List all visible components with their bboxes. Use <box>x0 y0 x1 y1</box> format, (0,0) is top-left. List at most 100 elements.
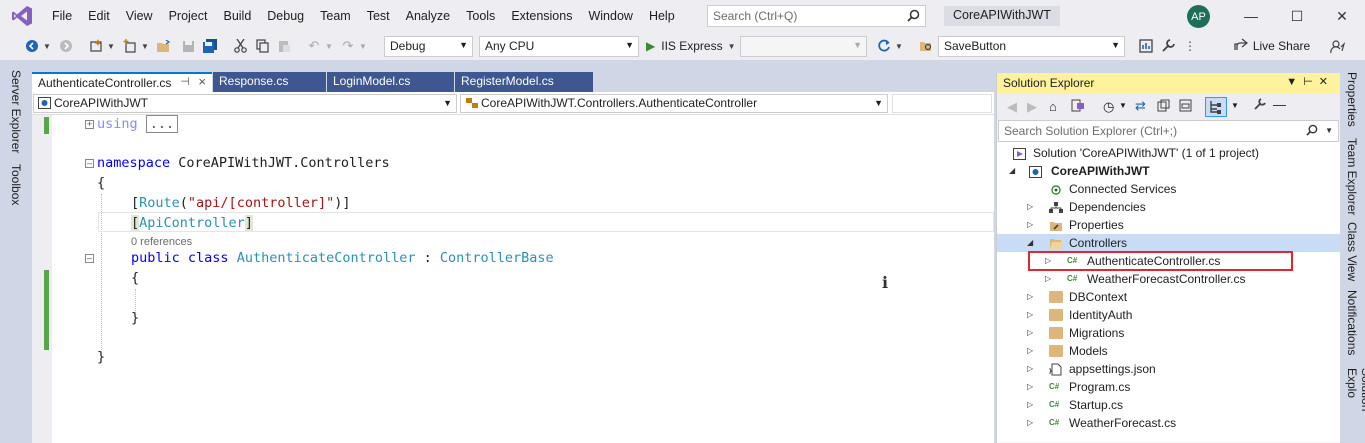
collapsed-arrow-icon[interactable]: ▷ <box>1027 288 1033 306</box>
team-explorer-tab[interactable]: Team Explorer <box>1345 138 1359 215</box>
feedback-icon[interactable] <box>1326 35 1348 57</box>
redo-icon[interactable]: ↷ <box>338 35 358 57</box>
redo-dropdown-icon[interactable]: ▼ <box>358 35 368 57</box>
save-icon[interactable] <box>178 35 198 57</box>
menu-team[interactable]: Team <box>312 0 359 32</box>
project-navigation-select[interactable]: CoreAPIWithJWT ▼ <box>33 94 457 113</box>
tree-node-dbcontext[interactable]: ▷ DBContext <box>997 288 1340 306</box>
find-in-files-icon[interactable] <box>916 35 936 57</box>
collapse-class-icon[interactable]: – <box>85 254 94 263</box>
view-dropdown-icon[interactable]: ▼ <box>1231 101 1239 110</box>
menu-build[interactable]: Build <box>215 0 259 32</box>
expanded-arrow-icon[interactable]: ◢ <box>1027 234 1033 252</box>
pin-icon[interactable]: ⊢ <box>1303 76 1319 88</box>
preview-icon[interactable]: — <box>1273 97 1286 112</box>
back-dropdown-icon[interactable]: ▼ <box>42 35 52 57</box>
collapsed-arrow-icon[interactable]: ▷ <box>1027 306 1033 324</box>
menu-extensions[interactable]: Extensions <box>503 0 580 32</box>
add-item-dropdown-icon[interactable]: ▼ <box>140 35 150 57</box>
properties-tab[interactable]: Properties <box>1345 72 1359 127</box>
find-input[interactable]: SaveButton ▼ <box>938 36 1125 57</box>
visual-studio-logo-icon[interactable] <box>0 0 44 32</box>
tree-node-migrations[interactable]: ▷ Migrations <box>997 324 1340 342</box>
menu-help[interactable]: Help <box>641 0 683 32</box>
navigate-forward-icon[interactable] <box>56 35 76 57</box>
expanded-arrow-icon[interactable]: ◢ <box>1009 162 1015 180</box>
menu-view[interactable]: View <box>118 0 161 32</box>
home-icon[interactable]: ⌂ <box>1049 99 1057 114</box>
menu-analyze[interactable]: Analyze <box>398 0 458 32</box>
tree-node-program[interactable]: ▷ C# Program.cs <box>997 378 1340 396</box>
application-insights-icon[interactable] <box>1136 35 1156 57</box>
tree-node-properties[interactable]: ▷ Properties <box>997 216 1340 234</box>
menu-file[interactable]: File <box>44 0 80 32</box>
toolbox-tab[interactable]: Toolbox <box>9 164 23 205</box>
undo-dropdown-icon[interactable]: ▼ <box>324 35 334 57</box>
toolbar-overflow-icon[interactable]: ⋮ <box>1180 35 1200 57</box>
pending-changes-filter-icon[interactable]: ◷ <box>1103 99 1114 115</box>
collapsed-arrow-icon[interactable]: ▷ <box>1027 216 1033 234</box>
startup-item-select[interactable]: ▼ <box>740 36 867 57</box>
tree-node-connected-services[interactable]: Connected Services <box>997 180 1340 198</box>
open-file-icon[interactable] <box>153 35 173 57</box>
tree-node-project[interactable]: ◢ CoreAPIWithJWT <box>997 162 1340 180</box>
tree-node-solution[interactable]: Solution 'CoreAPIWithJWT' (1 of 1 projec… <box>997 144 1340 162</box>
collapsed-arrow-icon[interactable]: ▷ <box>1027 360 1033 378</box>
copy-icon[interactable] <box>252 35 272 57</box>
new-project-icon[interactable] <box>86 35 106 57</box>
collapsed-arrow-icon[interactable]: ▷ <box>1027 342 1033 360</box>
close-icon[interactable]: ✕ <box>1319 0 1365 32</box>
window-position-icon[interactable]: ▼ <box>1286 76 1303 88</box>
menu-window[interactable]: Window <box>580 0 640 32</box>
tree-node-controllers[interactable]: ◢ Controllers <box>997 234 1340 252</box>
cut-icon[interactable] <box>230 35 250 57</box>
tools-icon[interactable] <box>1158 35 1178 57</box>
tree-node-weatherforecast-controller[interactable]: ▷ C# WeatherForecastController.cs <box>997 270 1340 288</box>
collapsed-using-block[interactable]: ... <box>145 115 179 133</box>
solution-explorer-search-input[interactable]: Search Solution Explorer (Ctrl+;) ▼ <box>998 120 1339 142</box>
collapsed-arrow-icon[interactable]: ▷ <box>1027 378 1033 396</box>
tab-response[interactable]: Response.cs <box>213 72 326 92</box>
collapsed-arrow-icon[interactable]: ▷ <box>1027 414 1033 432</box>
tab-register-model[interactable]: RegisterModel.cs <box>455 72 593 92</box>
minimize-icon[interactable]: — <box>1228 0 1274 32</box>
server-explorer-tab[interactable]: Server Explorer <box>9 70 23 153</box>
class-view-tab[interactable]: Class View <box>1345 222 1359 281</box>
filter-dropdown-icon[interactable]: ▼ <box>1119 101 1127 110</box>
search-input[interactable]: Search (Ctrl+Q) <box>707 5 926 27</box>
switch-views-icon[interactable] <box>1071 99 1085 115</box>
tree-node-appsettings[interactable]: ▷ appsettings.json <box>997 360 1340 378</box>
forward-icon[interactable]: ▶ <box>1027 99 1037 115</box>
tree-node-startup[interactable]: ▷ C# Startup.cs <box>997 396 1340 414</box>
start-debugging-button[interactable]: ▶ IIS Express ▼ <box>646 35 736 57</box>
tree-node-models[interactable]: ▷ Models <box>997 342 1340 360</box>
refresh-icon[interactable] <box>1157 99 1170 115</box>
type-navigation-select[interactable]: CoreAPIWithJWT.Controllers.AuthenticateC… <box>460 94 888 113</box>
navigate-back-icon[interactable] <box>22 35 42 57</box>
collapse-namespace-icon[interactable]: – <box>85 159 94 168</box>
solution-platform-select[interactable]: Any CPU ▼ <box>479 36 639 57</box>
live-share-button[interactable]: Live Share <box>1230 35 1314 57</box>
undo-icon[interactable]: ↶ <box>304 35 324 57</box>
expand-using-icon[interactable]: + <box>85 120 94 129</box>
member-navigation-select[interactable] <box>892 94 992 113</box>
new-dropdown-icon[interactable]: ▼ <box>106 35 116 57</box>
tree-node-weatherforecast[interactable]: ▷ C# WeatherForecast.cs <box>997 414 1340 432</box>
properties-icon[interactable] <box>1253 98 1266 114</box>
avatar[interactable]: AP <box>1187 5 1210 28</box>
close-tab-icon[interactable]: × <box>198 74 206 89</box>
collapsed-arrow-icon[interactable]: ▷ <box>1045 270 1051 288</box>
notifications-tab[interactable]: Notifications <box>1345 290 1359 355</box>
tab-authenticate-controller[interactable]: AuthenticateController.cs ⊣ × <box>32 72 212 92</box>
search-options-dropdown-icon[interactable]: ▼ <box>1325 126 1333 135</box>
solution-configuration-select[interactable]: Debug ▼ <box>384 36 473 57</box>
close-panel-icon[interactable]: ✕ <box>1319 76 1334 88</box>
code-lens-references[interactable]: 0 references <box>131 236 192 248</box>
back-icon[interactable]: ◀ <box>1007 99 1017 115</box>
refresh-dropdown-icon[interactable]: ▼ <box>894 35 904 57</box>
menu-debug[interactable]: Debug <box>259 0 312 32</box>
pin-icon[interactable]: ⊣ <box>180 75 190 88</box>
menu-project[interactable]: Project <box>161 0 216 32</box>
collapsed-arrow-icon[interactable]: ▷ <box>1027 198 1033 216</box>
menu-test[interactable]: Test <box>359 0 398 32</box>
